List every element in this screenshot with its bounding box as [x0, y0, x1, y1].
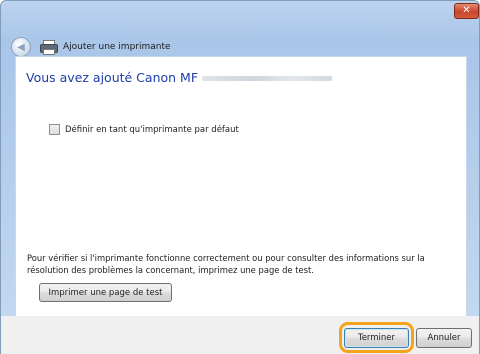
cancel-button[interactable]: Annuler [416, 328, 472, 348]
finish-highlight-annotation [339, 322, 414, 353]
back-button[interactable]: ◀ [11, 37, 31, 57]
default-printer-label: Définir en tant qu'imprimante par défaut [65, 124, 239, 135]
close-button[interactable]: ✕ [454, 3, 479, 19]
page-heading: Vous avez ajouté Canon MF [26, 70, 333, 85]
back-arrow-icon: ◀ [17, 41, 25, 53]
print-test-page-button[interactable]: Imprimer une page de test [39, 283, 172, 302]
info-text: Pour vérifier si l'imprimante fonctionne… [27, 253, 425, 275]
default-printer-checkbox[interactable] [49, 124, 60, 135]
default-printer-option[interactable]: Définir en tant qu'imprimante par défaut [49, 124, 239, 135]
heading-text: Vous avez ajouté Canon MF [26, 70, 199, 85]
content-panel [15, 56, 467, 317]
printer-icon [39, 39, 58, 55]
close-icon: ✕ [462, 5, 471, 16]
window-title: Ajouter une imprimante [63, 42, 171, 52]
redacted-model-name [202, 76, 333, 81]
